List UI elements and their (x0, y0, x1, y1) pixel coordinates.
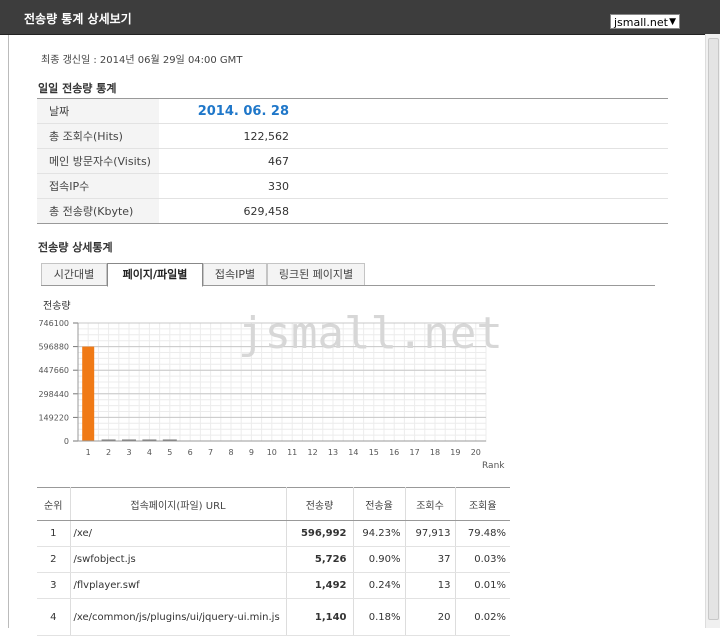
cell-rank: 2 (37, 546, 70, 573)
cell-hits: 37 (404, 546, 455, 573)
daily-stats-table: 날짜 2014. 06. 28 총 조회수(Hits) 122,562 메인 방… (37, 98, 668, 224)
chart-xtick-label: 2 (106, 448, 111, 457)
cell-hits: 20 (404, 598, 455, 636)
chevron-down-icon: ▼ (669, 17, 676, 27)
detail-tabs: 시간대별 페이지/파일별 접속IP별 링크된 페이지별 (41, 263, 655, 287)
chart-bar (82, 346, 95, 441)
row-label-hits: 총 조회수(Hits) (37, 123, 159, 149)
chart-xtick-label: 4 (147, 448, 152, 457)
cell-hit-rate: 0.01% (454, 572, 510, 599)
cell-transfer: 5,726 (285, 546, 353, 573)
chart-xtick-label: 20 (471, 448, 481, 457)
row-label-visits: 메인 방문자수(Visits) (37, 148, 159, 174)
row-label-date: 날짜 (37, 98, 159, 124)
last-updated: 최종 갱신일 : 2014년 06월 29일 04:00 GMT (41, 55, 243, 66)
chart-xtick-label: 7 (208, 448, 213, 457)
chart-xtick-label: 18 (430, 448, 440, 457)
cell-rank: 4 (37, 598, 70, 636)
table-row: 3 /flvplayer.swf 1,492 0.24% 13 0.01% (37, 572, 510, 599)
chart-xtick-label: 10 (267, 448, 277, 457)
cell-hits: 13 (404, 572, 455, 599)
site-select-value: jsmall.net (614, 16, 668, 29)
cell-transfer-rate: 94.23% (352, 520, 405, 547)
chart-xtick-label: 17 (410, 448, 420, 457)
site-select[interactable]: jsmall.net ▼ (610, 14, 680, 29)
detail-stats-title: 전송량 상세통계 (38, 241, 113, 254)
transfer-bar-chart: jsmall.net 전송량 Rank 74610059688044766029… (38, 300, 505, 471)
title-bar: 전송량 통계 상세보기 jsmall.net ▼ (0, 0, 720, 35)
cell-hit-rate: 0.02% (454, 598, 510, 636)
cell-transfer-rate: 0.24% (352, 572, 405, 599)
cell-rank: 3 (37, 572, 70, 599)
row-value-transfer: 629,458 (159, 198, 289, 224)
row-value-date: 2014. 06. 28 (197, 103, 289, 119)
chart-xtick-label: 9 (249, 448, 254, 457)
cell-url: /xe/common/js/plugins/ui/jquery-ui.min.j… (69, 598, 286, 636)
chart-xtick-label: 6 (188, 448, 193, 457)
chart-xtick-label: 8 (228, 448, 233, 457)
table-header-row: 순위 접속페이지(파일) URL 전송량 전송율 조회수 조회율 (37, 487, 510, 521)
col-transfer: 전송량 (285, 487, 353, 521)
chart-xtick-label: 13 (328, 448, 338, 457)
vertical-scrollbar[interactable] (705, 34, 720, 628)
tab-hourly[interactable]: 시간대별 (41, 263, 107, 285)
cell-transfer-rate: 0.90% (352, 546, 405, 573)
chart-xlabel: Rank (482, 461, 505, 471)
table-row: 4 /xe/common/js/plugins/ui/jquery-ui.min… (37, 598, 510, 636)
cell-transfer: 1,140 (285, 598, 353, 636)
table-row: 1 /xe/ 596,992 94.23% 97,913 79.48% (37, 520, 510, 547)
chart-xtick-label: 14 (348, 448, 358, 457)
chart-ytick-label: 149220 (38, 413, 69, 422)
chart-watermark: jsmall.net (238, 308, 503, 359)
row-value-hits: 122,562 (159, 123, 289, 149)
cell-hit-rate: 0.03% (454, 546, 510, 573)
col-url: 접속페이지(파일) URL (69, 487, 286, 521)
tab-page-file[interactable]: 페이지/파일별 (107, 263, 203, 287)
table-row: 총 전송량(Kbyte) 629,458 (37, 198, 668, 224)
cell-url: /swfobject.js (69, 546, 286, 573)
cell-transfer: 1,492 (285, 572, 353, 599)
chart-xtick-label: 16 (389, 448, 399, 457)
chart-ylabel: 전송량 (43, 300, 71, 312)
cell-transfer: 596,992 (285, 520, 353, 547)
chart-xtick-label: 19 (450, 448, 460, 457)
chart-xtick-label: 5 (167, 448, 172, 457)
scrollbar-thumb[interactable] (708, 38, 719, 620)
tab-ip[interactable]: 접속IP별 (203, 263, 267, 285)
col-hit-rate: 조회율 (454, 487, 510, 521)
row-value-ip: 330 (159, 173, 289, 199)
table-row: 총 조회수(Hits) 122,562 (37, 123, 668, 149)
chart-xtick-label: 11 (287, 448, 297, 457)
cell-hit-rate: 79.48% (454, 520, 510, 547)
chart-ytick-label: 447660 (38, 366, 69, 375)
cell-rank: 1 (37, 520, 70, 547)
row-label-transfer: 총 전송량(Kbyte) (37, 198, 159, 224)
cell-transfer-rate: 0.18% (352, 598, 405, 636)
window-title: 전송량 통계 상세보기 (24, 12, 132, 26)
col-transfer-rate: 전송율 (352, 487, 405, 521)
chart-ytick-label: 0 (64, 437, 69, 446)
col-rank: 순위 (37, 487, 70, 521)
chart-xtick-label: 3 (126, 448, 131, 457)
row-value-visits: 467 (159, 148, 289, 174)
cell-hits: 97,913 (404, 520, 455, 547)
table-row: 접속IP수 330 (37, 173, 668, 199)
chart-ytick-label: 298440 (38, 390, 69, 399)
chart-xtick-label: 12 (308, 448, 318, 457)
chart-xtick-label: 15 (369, 448, 379, 457)
col-hits: 조회수 (404, 487, 455, 521)
cell-url: /xe/ (69, 520, 286, 547)
table-row: 날짜 2014. 06. 28 (37, 98, 668, 124)
chart-xtick-label: 1 (86, 448, 91, 457)
cell-url: /flvplayer.swf (69, 572, 286, 599)
daily-stats-title: 일일 전송량 통계 (38, 82, 117, 95)
pages-table: 순위 접속페이지(파일) URL 전송량 전송율 조회수 조회율 1 /xe/ … (37, 487, 510, 636)
table-row: 2 /swfobject.js 5,726 0.90% 37 0.03% (37, 546, 510, 573)
table-row: 메인 방문자수(Visits) 467 (37, 148, 668, 174)
row-label-ip: 접속IP수 (37, 173, 159, 199)
chart-ytick-label: 746100 (38, 319, 69, 328)
tab-linked-pages[interactable]: 링크된 페이지별 (267, 263, 365, 285)
chart-ytick-label: 596880 (38, 343, 69, 352)
